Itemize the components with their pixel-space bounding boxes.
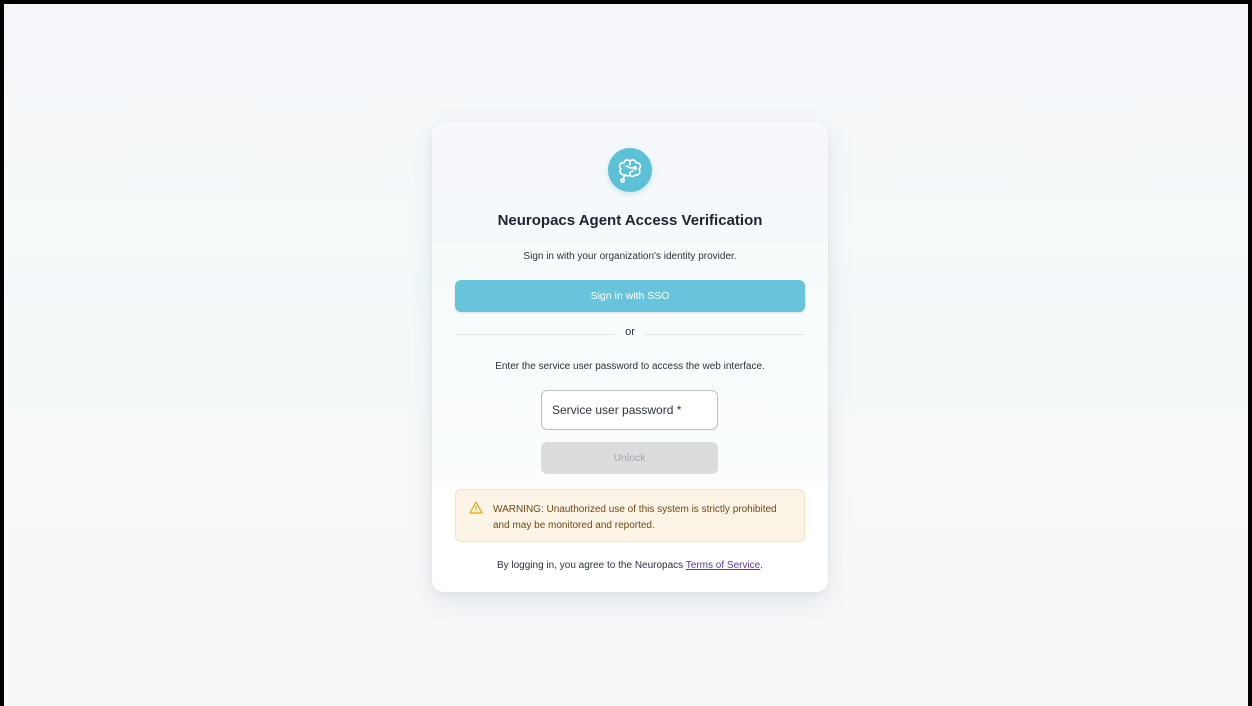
terms-prefix: By logging in, you agree to the Neuropac…: [496, 560, 686, 571]
or-separator: or: [625, 326, 635, 338]
login-card: Neuropacs Agent Access Verification Sign…: [432, 122, 828, 592]
service-password-input[interactable]: [541, 390, 718, 430]
terms-footer: By logging in, you agree to the Neuropac…: [432, 560, 828, 571]
warning-alert: WARNING: Unauthorized use of this system…: [455, 489, 805, 542]
terms-of-service-link[interactable]: Terms of Service: [686, 560, 760, 571]
terms-suffix: .: [760, 560, 764, 571]
password-instruction: Enter the service user password to acces…: [495, 361, 765, 372]
brain-circuit-icon: [608, 148, 652, 192]
unlock-button[interactable]: Unlock: [541, 442, 718, 474]
sso-subtitle: Sign in with your organization's identit…: [523, 251, 737, 262]
divider-left: [455, 334, 615, 335]
page-background: Neuropacs Agent Access Verification Sign…: [4, 4, 1248, 706]
warning-triangle-icon: [469, 501, 483, 519]
sso-signin-button[interactable]: Sign in with SSO: [455, 280, 805, 312]
divider-right: [644, 334, 805, 335]
warning-text: WARNING: Unauthorized use of this system…: [493, 504, 777, 531]
page-title: Neuropacs Agent Access Verification: [497, 212, 763, 229]
